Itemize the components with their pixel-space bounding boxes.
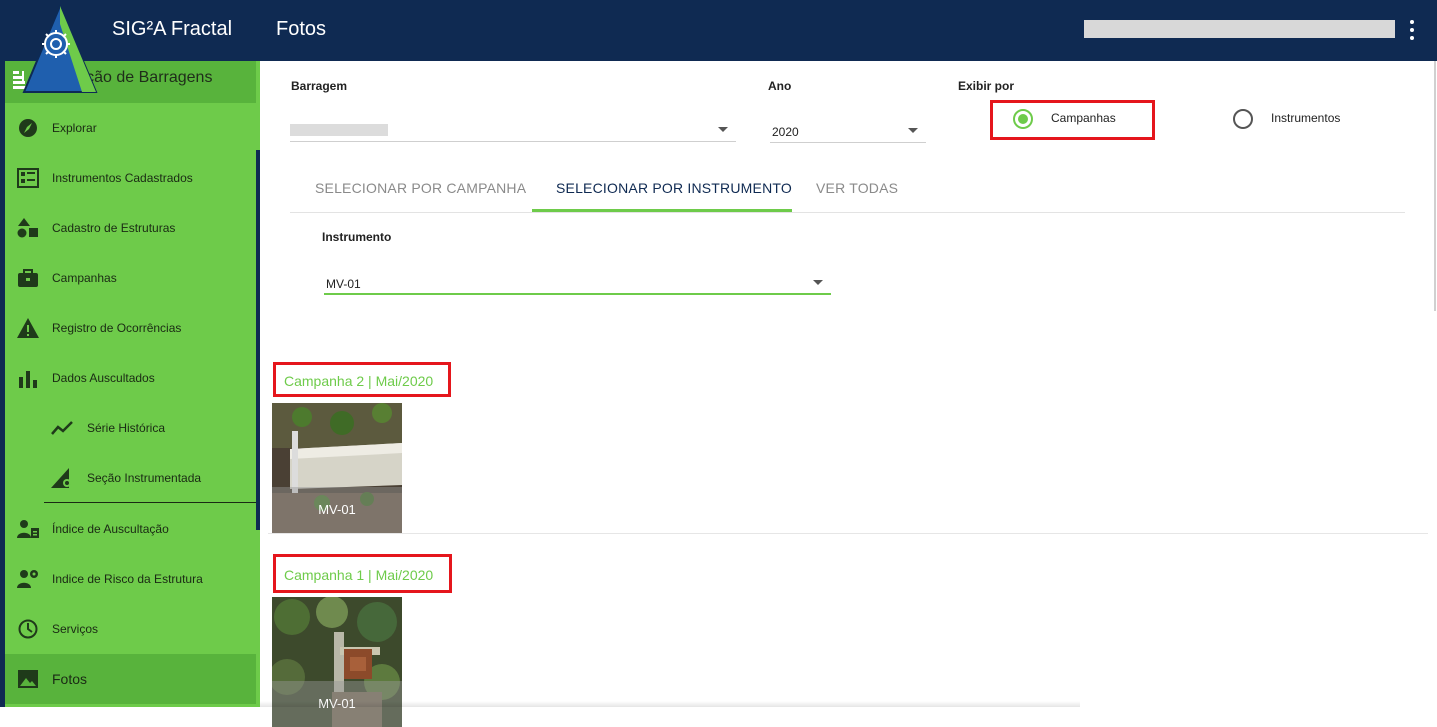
barragem-select[interactable] [290,116,736,142]
main-scrollbar[interactable] [1434,61,1436,311]
more-options-icon[interactable] [1404,18,1420,42]
sidebar-item-indice-auscultacao[interactable]: Índice de Auscultação [5,504,256,554]
sidebar-item-fotos[interactable]: Fotos [5,654,256,704]
user-name-redacted[interactable] [1084,20,1395,38]
section-gear-icon [51,468,71,488]
radio-instrumentos[interactable] [1233,109,1253,129]
instrumento-select[interactable]: MV-01 [324,269,831,295]
campaign-title: Campanha 2 | Mai/2020 [284,373,434,389]
sidebar-item-label: Índice de Auscultação [52,522,169,536]
sidebar-item-label: Cadastro de Estruturas [52,221,176,235]
sidebar-item-serie-historica[interactable]: Série Histórica [5,403,256,453]
campaign-title: Campanha 1 | Mai/2020 [284,567,434,583]
sidebar-item-label: Serviços [52,622,99,636]
barragem-label: Barragem [291,79,348,93]
sidebar-item-instrumentos-cadastrados[interactable]: Instrumentos Cadastrados [5,153,256,203]
sidebar-item-label: Campanhas [52,271,117,285]
sidebar-item-label: Indice de Risco da Estrutura [52,572,203,586]
instrumento-value: MV-01 [326,277,361,291]
tabs-divider [290,212,1405,213]
app-title: SIG²A Fractal [112,18,233,40]
main-content: Barragem Ano 2020 Exibir por Campanhas I… [260,61,1437,727]
chevron-down-icon [813,280,823,285]
top-app-bar: SIG²A Fractal Fotos [0,0,1437,61]
photo-thumbnail[interactable]: MV-01 [272,597,402,727]
tab-selecionar-por-instrumento[interactable]: SELECIONAR POR INSTRUMENTO [556,180,792,196]
sidebar-item-dados-auscultados[interactable]: Dados Auscultados [5,353,256,403]
sidebar-item-label: Explorar [52,121,97,135]
app-logo-icon[interactable] [22,4,98,96]
shapes-icon [17,218,38,238]
bottom-shadow [260,701,1080,707]
sidebar-item-label: Seção Instrumentada [87,471,202,485]
sidebar-item-label: Instrumentos Cadastrados [52,171,193,185]
image-icon [18,670,38,688]
sidebar-item-indice-risco-estrutura[interactable]: Indice de Risco da Estrutura [5,554,256,604]
chevron-down-icon [908,128,918,133]
exibir-por-label: Exibir por [958,79,1015,93]
ano-select[interactable]: 2020 [770,117,926,143]
instrumento-label: Instrumento [322,230,392,244]
sidebar: Inspeção de Barragens Explorar Instrumen… [0,61,260,707]
engineer-report-icon [17,520,39,538]
sidebar-item-servicos[interactable]: Serviços [5,604,256,654]
sidebar-item-registro-ocorrencias[interactable]: Registro de Ocorrências [5,303,256,353]
engineer-gear-icon [17,570,38,588]
photo-caption: MV-01 [272,487,402,533]
sidebar-item-label: Série Histórica [87,421,166,435]
radio-instrumentos-label: Instrumentos [1271,111,1341,125]
ano-value: 2020 [772,125,799,139]
tab-selecionar-por-campanha[interactable]: SELECIONAR POR CAMPANHA [315,180,526,196]
campaign-divider [268,533,1428,534]
radio-campanhas[interactable] [1013,109,1033,129]
active-tab-indicator [532,209,792,212]
warning-icon [17,318,39,338]
chevron-down-icon [718,127,728,132]
photo-thumbnail[interactable]: MV-01 [272,403,402,533]
sidebar-item-label: Registro de Ocorrências [52,321,182,335]
sidebar-item-cadastro-estruturas[interactable]: Cadastro de Estruturas [5,203,256,253]
instruments-grid-icon [17,168,39,188]
page-title: Fotos [276,18,327,40]
sidebar-item-campanhas[interactable]: Campanhas [5,253,256,303]
sidebar-item-label: Fotos [52,671,88,687]
sidebar-item-explorar[interactable]: Explorar [5,103,256,153]
trend-line-icon [51,421,73,435]
sidebar-edge [0,61,5,707]
sidebar-item-secao-instrumentada[interactable]: Seção Instrumentada [5,453,256,503]
sidebar-divider [44,502,256,503]
clock-icon [18,619,38,639]
bar-chart-icon [19,371,37,388]
briefcase-icon [18,269,38,287]
tab-ver-todas[interactable]: VER TODAS [816,180,898,196]
compass-icon [19,119,37,137]
barragem-value-redacted [290,124,388,136]
ano-label: Ano [768,79,792,93]
radio-campanhas-label: Campanhas [1051,111,1116,125]
sidebar-item-label: Dados Auscultados [52,371,155,385]
